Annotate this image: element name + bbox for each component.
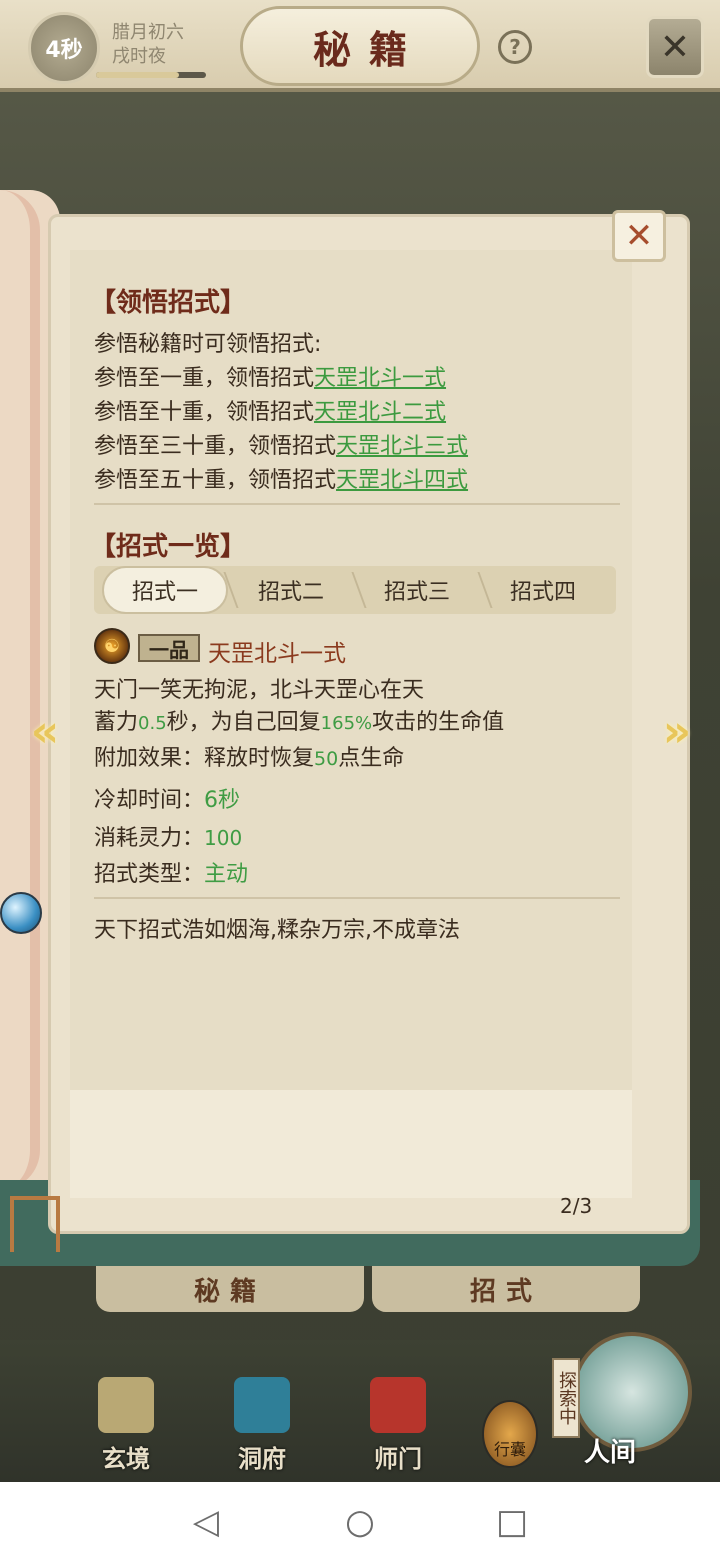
type-row: 招式类型：主动 [94,856,248,888]
skill-extra: 附加效果：释放时恢复50点生命 [94,740,404,772]
moves-footer: 天下招式浩如烟海,糅杂万宗,不成章法 [94,918,460,943]
move-link[interactable]: 天罡北斗二式 [314,400,446,425]
back-icon[interactable]: ◁ [186,1502,226,1542]
page-title: 秘籍 [312,26,425,72]
comprehend-row: 参悟至五十重，领悟招式天罡北斗四式 [94,462,468,494]
skill-effect: 蓄力0.5秒，为自己回复165%攻击的生命值 [94,704,504,736]
divider [94,897,620,899]
date-line-1: 腊月初六 [112,22,184,43]
title-plaque: 秘籍 [240,6,480,86]
skill-poem: 天门一笑无拘泥，北斗天罡心在天 [94,678,425,703]
bookmark-orb [0,892,42,934]
comprehend-row-text: 参悟至十重，领悟招式 [94,400,315,425]
nav-dongfu[interactable]: 洞府 [212,1370,312,1474]
date-line-2: 戌时夜 [112,46,166,67]
effect-text: 攻击的生命值 [372,710,505,735]
pavilion-icon [234,1377,290,1433]
scroll-icon [98,1377,154,1433]
time-progress-fill [96,72,179,78]
close-page-icon[interactable]: ✕ [612,210,666,262]
arrow-right-icon[interactable]: » [646,706,708,757]
effect-text: 蓄力 [94,710,139,735]
tab-move-4[interactable]: 招式四 [480,566,606,614]
extra-text: 点生命 [338,746,405,771]
nav-label: 洞府 [238,1444,286,1473]
comprehend-row: 参悟至十重，领悟招式天罡北斗二式 [94,394,446,426]
move-tabs: 招式一 招式二 招式三 招式四 [94,566,616,614]
effect-text: 秒，为自己回复 [166,710,321,735]
bag-icon[interactable]: 行囊 [482,1400,538,1468]
home-icon[interactable]: ○ [340,1502,380,1542]
tab-move-1[interactable]: 招式一 [102,566,228,614]
move-link[interactable]: 天罡北斗三式 [336,434,468,459]
comprehend-row-text: 参悟至一重，领悟招式 [94,366,315,391]
type-value: 主动 [204,862,249,887]
banner-icon [370,1377,426,1433]
time-progress [96,72,206,78]
effect-value: 165% [320,713,373,734]
comprehend-title: 【领悟招式】 [90,288,247,318]
skill-name: 天罡北斗一式 [208,641,346,667]
type-label: 招式类型： [94,862,205,887]
cooldown-row: 冷却时间：6秒 [94,782,240,814]
world-label: 人间 [584,1438,637,1468]
comprehend-row: 参悟至三十重，领悟招式天罡北斗三式 [94,428,468,460]
nav-xuanjing[interactable]: 玄境 [76,1370,176,1474]
divider [94,503,620,505]
arrow-left-icon[interactable]: « [14,706,76,757]
tab-move-3[interactable]: 招式三 [354,566,480,614]
game-screen: 4秒 腊月初六 戌时夜 秘籍 ? ✕ ✕ 【领悟招式】 参悟秘籍时可领悟招式: … [0,0,720,1482]
top-bar: 4秒 腊月初六 戌时夜 秘籍 ? ✕ [0,0,720,92]
explore-badge: 探索中 [552,1358,580,1438]
comprehend-intro: 参悟秘籍时可领悟招式: [94,332,322,357]
effect-value: 0.5 [138,713,167,734]
cooldown-value: 6秒 [204,788,241,813]
book-ribbon [0,190,40,1190]
close-icon[interactable]: ✕ [646,16,704,78]
help-icon[interactable]: ? [498,30,532,64]
grade-badge: 一品 [138,634,200,662]
move-link[interactable]: 天罡北斗一式 [314,366,446,391]
comprehend-row-text: 参悟至五十重，领悟招式 [94,468,337,493]
nav-label: 师门 [374,1444,422,1473]
extra-text: 附加效果：释放时恢复 [94,746,315,771]
cooldown-label: 冷却时间： [94,788,205,813]
timer-badge: 4秒 [28,12,100,84]
tab-move-2[interactable]: 招式二 [228,566,354,614]
extra-value: 50 [314,748,339,770]
comprehend-row-text: 参悟至三十重，领悟招式 [94,434,337,459]
page-lower-area [70,1090,632,1198]
cost-value: 100 [204,826,243,850]
corner-ornament [10,1196,60,1252]
cost-row: 消耗灵力：100 [94,820,242,852]
cost-label: 消耗灵力： [94,826,205,851]
tab-secret-book[interactable]: 秘籍 [96,1266,364,1312]
nav-label: 玄境 [102,1444,150,1473]
recents-icon[interactable]: □ [492,1502,532,1542]
page-number: 2/3 [560,1194,593,1218]
tab-moves[interactable]: 招式 [372,1266,640,1312]
comprehend-row: 参悟至一重，领悟招式天罡北斗一式 [94,360,446,392]
nav-shimen[interactable]: 师门 [348,1370,448,1474]
moves-title: 【招式一览】 [90,532,247,562]
move-link[interactable]: 天罡北斗四式 [336,468,468,493]
skill-icon: ☯ [94,628,130,664]
